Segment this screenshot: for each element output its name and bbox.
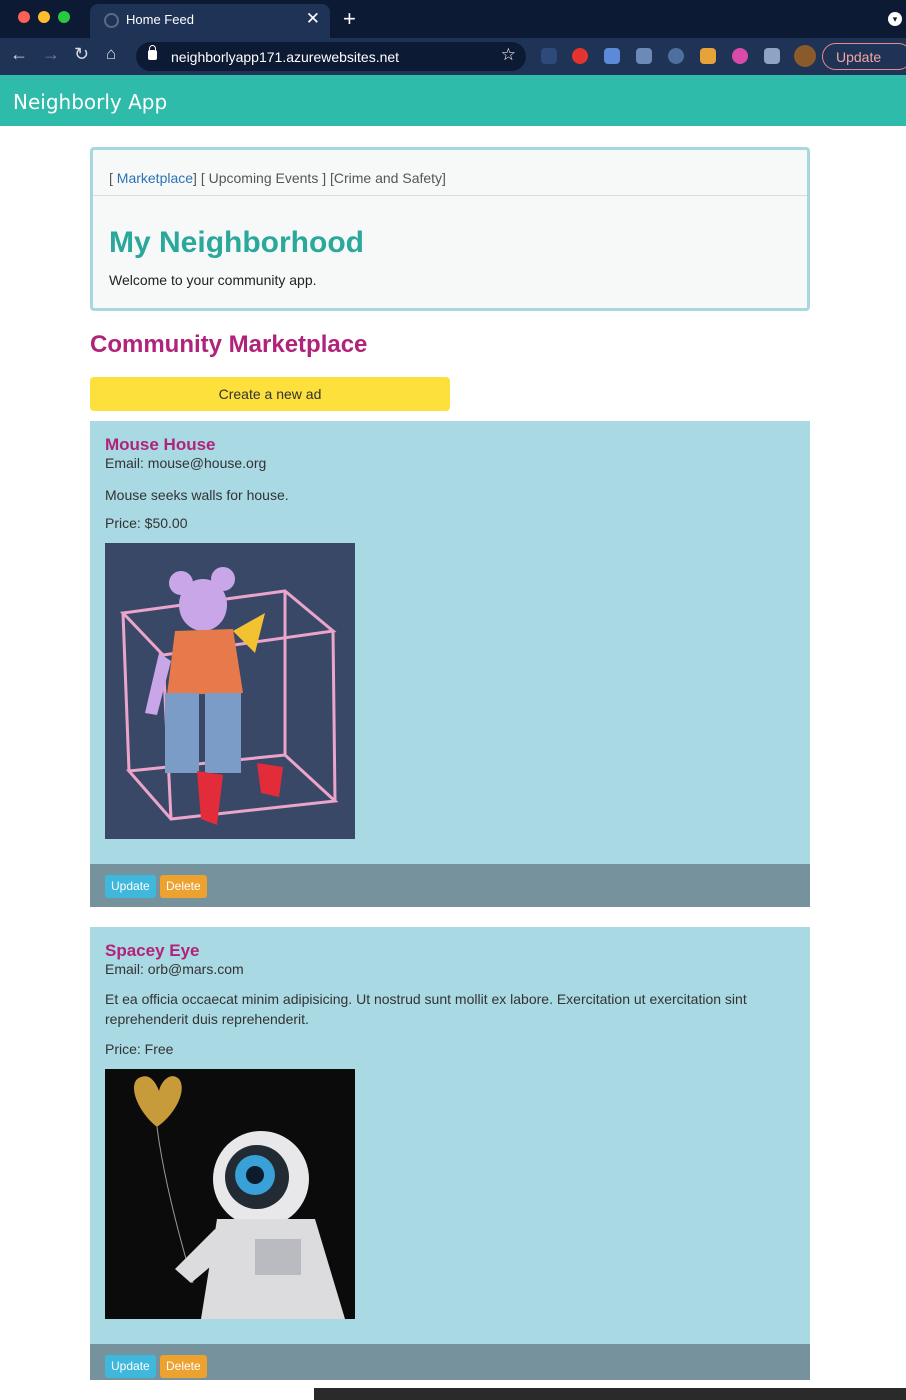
tab-close-icon[interactable]: ✕ — [306, 9, 320, 29]
neighborhood-panel: [ Marketplace] [ Upcoming Events ] [Crim… — [90, 147, 810, 311]
browser-tab-bar: Home Feed ✕ + ▾ — [0, 0, 906, 38]
nav-bracket: [ — [109, 170, 117, 186]
extension-pin-icon[interactable] — [700, 48, 716, 64]
back-icon[interactable]: ← — [10, 44, 28, 65]
new-tab-button[interactable]: + — [343, 6, 356, 32]
zoom-window-button[interactable] — [58, 11, 70, 23]
browser-update-button[interactable]: Update — [822, 43, 906, 70]
tab-search-icon[interactable]: ▾ — [888, 12, 902, 26]
ad-card: Mouse House Email: mouse@house.org Mouse… — [90, 421, 810, 907]
extension-save-icon[interactable] — [604, 48, 620, 64]
browser-tab[interactable]: Home Feed ✕ — [90, 4, 330, 38]
browser-update-label: Update — [836, 49, 882, 65]
ad-image — [105, 543, 355, 839]
url-text: neighborlyapp171.azurewebsites.net — [171, 49, 400, 65]
ad-description: Mouse seeks walls for house. — [105, 487, 289, 503]
panel-divider — [93, 195, 807, 196]
ad-description: Et ea officia occaecat minim adipisicing… — [105, 991, 747, 1027]
ad-title[interactable]: Mouse House — [105, 435, 216, 455]
tab-title: Home Feed — [126, 12, 194, 27]
address-bar[interactable]: neighborlyapp171.azurewebsites.net ☆ — [136, 42, 526, 71]
delete-ad-button[interactable]: Delete — [160, 875, 207, 898]
page-title: My Neighborhood — [109, 226, 364, 259]
extension-color-wheel-icon[interactable] — [732, 48, 748, 64]
browser-toolbar: ← → ↻ ⌂ neighborlyapp171.azurewebsites.n… — [0, 38, 906, 75]
astronaut-balloon-image — [105, 1069, 355, 1319]
extension-react-icon[interactable] — [668, 48, 684, 64]
update-ad-button[interactable]: Update — [105, 1355, 156, 1378]
ad-actions: Update Delete — [90, 864, 810, 907]
update-ad-button[interactable]: Update — [105, 875, 156, 898]
panel-nav: [ Marketplace] [ Upcoming Events ] [Crim… — [109, 170, 446, 186]
app-header: Neighborly App — [0, 75, 906, 126]
nav-other-links[interactable]: ] [ Upcoming Events ] [Crime and Safety] — [193, 170, 446, 186]
home-icon[interactable]: ⌂ — [106, 44, 116, 64]
ad-card: Spacey Eye Email: orb@mars.com Et ea off… — [90, 927, 810, 1400]
extension-bookmark-icon[interactable] — [541, 48, 557, 64]
marketplace-title: Community Marketplace — [90, 331, 368, 358]
extensions-puzzle-icon[interactable] — [764, 48, 780, 64]
bookmark-star-icon[interactable]: ☆ — [501, 45, 516, 65]
minimize-window-button[interactable] — [38, 11, 50, 23]
mouse-neon-cube-image — [105, 543, 355, 839]
extension-red-icon[interactable] — [572, 48, 588, 64]
app-brand[interactable]: Neighborly App — [13, 90, 167, 114]
ad-email: Email: orb@mars.com — [105, 961, 244, 977]
ad-price: Price: Free — [105, 1041, 174, 1057]
close-window-button[interactable] — [18, 11, 30, 23]
create-ad-button[interactable]: Create a new ad — [90, 377, 450, 411]
nav-marketplace-link[interactable]: Marketplace — [117, 170, 193, 186]
mac-menu-bar — [314, 1388, 906, 1400]
reload-icon[interactable]: ↻ — [74, 44, 89, 65]
globe-icon — [104, 13, 119, 28]
forward-icon[interactable]: → — [42, 44, 60, 65]
ad-image — [105, 1069, 355, 1319]
ad-email: Email: mouse@house.org — [105, 455, 267, 471]
extension-dropbox-icon[interactable] — [636, 48, 652, 64]
lock-icon — [148, 45, 157, 60]
profile-avatar[interactable] — [794, 45, 816, 67]
page-subtitle: Welcome to your community app. — [109, 272, 317, 288]
ad-title[interactable]: Spacey Eye — [105, 941, 200, 961]
ad-price: Price: $50.00 — [105, 515, 188, 531]
delete-ad-button[interactable]: Delete — [160, 1355, 207, 1378]
